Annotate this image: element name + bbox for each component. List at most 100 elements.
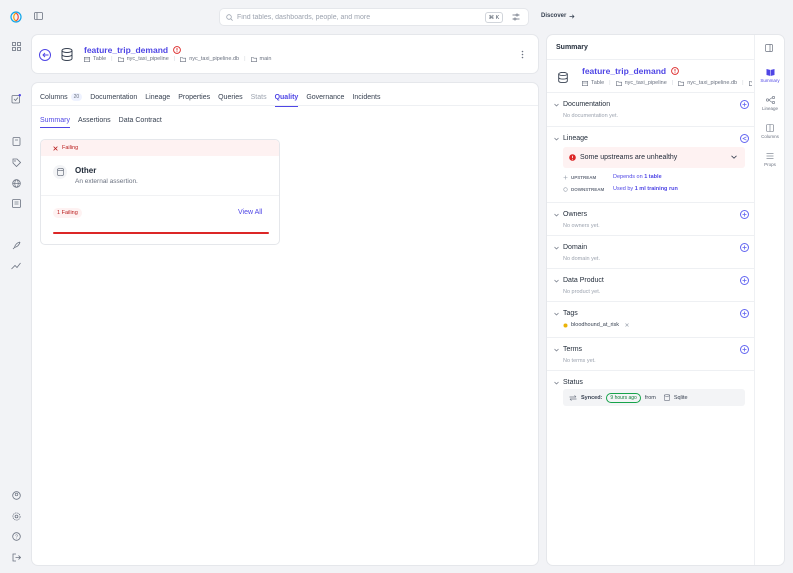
- breadcrumb-link[interactable]: nyc_taxi_pipeline.db: [687, 80, 737, 86]
- chevron-down-icon: [554, 312, 559, 316]
- user-icon[interactable]: [10, 489, 22, 501]
- entity-title[interactable]: feature_trip_demand: [84, 45, 168, 55]
- documentation-header[interactable]: Documentation: [554, 101, 610, 108]
- lineage-section: Lineage Some upstreams are unhealthy UPS…: [547, 126, 754, 202]
- tag-icon[interactable]: [10, 156, 22, 168]
- upstream-summary[interactable]: Depends on 1 table: [613, 174, 662, 180]
- chevron-down-icon: [554, 137, 559, 141]
- failing-status-header: Failing: [41, 140, 279, 156]
- lineage-icon: [742, 136, 747, 141]
- domain-header[interactable]: Domain: [554, 244, 587, 251]
- rail-summary[interactable]: Summary: [755, 68, 784, 83]
- search-bar[interactable]: ⌘ K: [219, 8, 529, 26]
- breadcrumb-link[interactable]: nyc_taxi_pipeline: [127, 56, 169, 62]
- synced-time-badge: 9 hours ago: [606, 392, 641, 403]
- breadcrumb-link[interactable]: main: [260, 56, 272, 62]
- status-header[interactable]: Status: [554, 379, 583, 386]
- chevron-down-icon: [554, 279, 559, 283]
- chevron-down-icon: [554, 213, 559, 217]
- add-documentation-button[interactable]: [740, 100, 749, 109]
- add-data-product-button[interactable]: [740, 276, 749, 285]
- open-lineage-button[interactable]: [740, 134, 749, 143]
- rail-props[interactable]: Props: [755, 152, 784, 167]
- add-term-button[interactable]: [740, 345, 749, 354]
- subtab-summary[interactable]: Summary: [40, 117, 70, 128]
- failing-count-badge: 1 Failing: [53, 208, 82, 218]
- close-x-icon: [53, 145, 58, 151]
- logout-icon[interactable]: [10, 551, 22, 563]
- assertion-category-title: Other: [75, 166, 97, 175]
- subtab-data-contract[interactable]: Data Contract: [119, 117, 162, 128]
- settings-icon[interactable]: [10, 510, 22, 522]
- downstream-row: DOWNSTREAM: [563, 187, 604, 192]
- data-product-header[interactable]: Data Product: [554, 277, 604, 284]
- tag-chip[interactable]: bloodhound_at_risk: [563, 322, 629, 328]
- plus-icon: [742, 212, 747, 217]
- discover-link[interactable]: Discover: [541, 13, 575, 19]
- grid-icon[interactable]: [10, 40, 22, 52]
- rail-columns[interactable]: Columns: [755, 124, 784, 139]
- documentation-section: Documentation No documentation yet.: [547, 92, 754, 126]
- breadcrumb-link[interactable]: nyc_taxi_pipeline: [625, 80, 667, 86]
- view-all-link[interactable]: View All: [238, 209, 262, 216]
- platform-source[interactable]: Sqlite: [674, 395, 688, 401]
- panel-entity-title[interactable]: feature_trip_demand: [582, 66, 666, 76]
- lineage-icon: [765, 96, 775, 104]
- lineage-health-alert[interactable]: Some upstreams are unhealthy: [563, 147, 745, 168]
- terms-header[interactable]: Terms: [554, 346, 582, 353]
- tag-color-dot: [563, 323, 568, 328]
- sidebar-toggle-icon[interactable]: [34, 12, 43, 20]
- table-icon: [84, 56, 90, 62]
- downstream-summary[interactable]: Used by 1 ml training run: [613, 186, 678, 192]
- search-icon: [226, 13, 233, 21]
- arrow-right-icon: [569, 13, 575, 19]
- close-panel-icon[interactable]: [765, 44, 773, 52]
- filter-icon[interactable]: [512, 13, 520, 21]
- search-input[interactable]: [237, 13, 477, 21]
- folder-icon: [748, 80, 752, 86]
- book-open-icon: [766, 68, 775, 76]
- add-domain-button[interactable]: [740, 243, 749, 252]
- failing-progress-fill: [53, 232, 269, 234]
- upstream-row: UPSTREAM: [563, 175, 596, 180]
- columns-count-badge: 20: [70, 93, 83, 101]
- table-icon: [582, 80, 588, 86]
- rail-lineage[interactable]: Lineage: [755, 96, 784, 111]
- terms-section: Terms No terms yet.: [547, 337, 754, 370]
- app-logo-icon[interactable]: [10, 11, 22, 23]
- plus-icon: [742, 245, 747, 250]
- panel-breadcrumb: Table | nyc_taxi_pipeline | nyc_taxi_pip…: [582, 80, 752, 86]
- health-alert-icon[interactable]: [671, 67, 679, 75]
- book-icon[interactable]: [10, 135, 22, 147]
- entity-breadcrumb: Table | nyc_taxi_pipeline | nyc_taxi_pip…: [84, 56, 271, 62]
- domain-section: Domain No domain yet.: [547, 235, 754, 268]
- columns-icon: [766, 124, 774, 132]
- database-icon: [663, 394, 670, 401]
- rocket-icon[interactable]: [10, 239, 22, 251]
- back-button[interactable]: [39, 49, 51, 61]
- health-alert-icon[interactable]: [173, 46, 181, 54]
- chevron-down-icon: [554, 103, 559, 107]
- globe-icon[interactable]: [10, 177, 22, 189]
- remove-tag-icon[interactable]: [625, 323, 629, 327]
- failing-progress-track: [53, 232, 269, 234]
- subtab-assertions[interactable]: Assertions: [78, 117, 111, 128]
- list-icon[interactable]: [10, 197, 22, 209]
- tags-header[interactable]: Tags: [554, 310, 578, 317]
- chevron-down-icon: [731, 155, 737, 159]
- plus-icon: [742, 311, 747, 316]
- trend-icon[interactable]: [10, 260, 22, 272]
- add-tag-button[interactable]: [740, 309, 749, 318]
- entity-header-card: feature_trip_demand Table | nyc_taxi_pip…: [31, 34, 539, 74]
- lineage-header[interactable]: Lineage: [554, 135, 588, 142]
- folder-icon: [180, 56, 187, 62]
- database-icon: [56, 168, 64, 176]
- owners-header[interactable]: Owners: [554, 211, 587, 218]
- tasks-icon[interactable]: [10, 93, 22, 105]
- more-options-icon[interactable]: [521, 50, 524, 59]
- add-owner-button[interactable]: [740, 210, 749, 219]
- breadcrumb-link[interactable]: nyc_taxi_pipeline.db: [189, 56, 239, 62]
- panel-rail: Summary Lineage Columns Props: [755, 35, 784, 565]
- assertion-type-icon: [53, 165, 67, 179]
- help-icon[interactable]: ?: [10, 530, 22, 542]
